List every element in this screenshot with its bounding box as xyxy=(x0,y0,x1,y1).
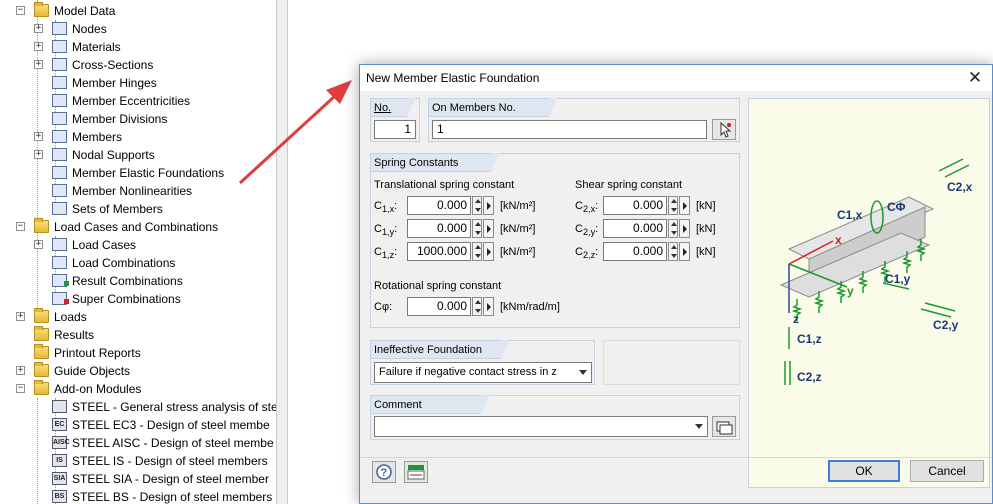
pick-cursor-icon xyxy=(720,121,732,138)
x-axis-label: x xyxy=(835,233,842,247)
c2x-label: C2,x: xyxy=(575,200,599,215)
c2x-field: 0.000 xyxy=(603,196,691,215)
c2x-arrow-button[interactable] xyxy=(679,196,690,215)
close-icon[interactable]: ✕ xyxy=(964,67,986,89)
c1z-unit: [kN/m²] xyxy=(500,246,536,258)
c1z-diagram-label: C1,z xyxy=(797,332,822,346)
c1y-input[interactable]: 0.000 xyxy=(407,219,471,238)
c2z-arrow-button[interactable] xyxy=(679,242,690,261)
on-members-input[interactable]: 1 xyxy=(432,120,707,139)
c2y-spinner[interactable] xyxy=(668,219,678,238)
c1z-arrow-button[interactable] xyxy=(483,242,494,261)
c1z-input[interactable]: 1000.000 xyxy=(407,242,471,261)
c1y-field: 0.000 xyxy=(407,219,495,238)
cphi-field: 0.000 xyxy=(407,297,495,316)
c2x-spinner[interactable] xyxy=(668,196,678,215)
svg-text:?: ? xyxy=(381,467,388,479)
cphi-label: Cφ: xyxy=(374,301,393,313)
cphi-input[interactable]: 0.000 xyxy=(407,297,471,316)
c1z-c2z-arrows xyxy=(784,327,791,385)
c1z-label: C1,z: xyxy=(374,246,398,261)
no-group: No. 1 xyxy=(370,98,420,142)
ineffective-foundation-value: Failure if negative contact stress in z xyxy=(379,366,557,378)
ineffective-foundation-select[interactable]: Failure if negative contact stress in z xyxy=(374,362,592,383)
c1y-label: C1,y: xyxy=(374,223,398,238)
c1x-unit: [kN/m²] xyxy=(500,200,536,212)
c1y-c2y-arrows xyxy=(882,282,956,318)
ineffective-foundation-group: Ineffective Foundation Failure if negati… xyxy=(370,340,595,385)
c1y-unit: [kN/m²] xyxy=(500,223,536,235)
rotational-spring-title: Rotational spring constant xyxy=(374,280,502,292)
no-input[interactable]: 1 xyxy=(374,120,416,139)
pick-members-button[interactable] xyxy=(712,119,736,140)
y-axis-label: y xyxy=(847,284,854,298)
c1y-spinner[interactable] xyxy=(472,219,482,238)
z-axis-label: z xyxy=(793,312,799,326)
elastic-foundation-diagram: C2,x C1,x CΦ x y z C1,y C2,y C1,z C2,z xyxy=(779,158,973,385)
cphi-unit: [kNm/rad/m] xyxy=(500,301,560,313)
c1x-field: 0.000 xyxy=(407,196,495,215)
on-members-group: On Members No. 1 xyxy=(428,98,740,142)
spring-constants-group: Spring Constants Translational spring co… xyxy=(370,153,740,328)
empty-group xyxy=(603,340,740,385)
dialog-title: New Member Elastic Foundation xyxy=(366,71,540,85)
new-member-elastic-foundation-dialog: New Member Elastic Foundation ✕ No. 1 On… xyxy=(359,64,993,504)
number-format-icon xyxy=(407,465,425,480)
cancel-button[interactable]: Cancel xyxy=(910,460,984,482)
c2z-label: C2,z: xyxy=(575,246,599,261)
c1z-field: 1000.000 xyxy=(407,242,495,261)
c2z-field: 0.000 xyxy=(603,242,691,261)
on-members-label: On Members No. xyxy=(429,98,557,117)
c2y-field: 0.000 xyxy=(603,219,691,238)
c2y-arrow-button[interactable] xyxy=(679,219,690,238)
c1x-label: C1,x: xyxy=(374,200,398,215)
c2z-diagram-label: C2,z xyxy=(797,370,822,384)
dialog-titlebar[interactable]: New Member Elastic Foundation ✕ xyxy=(360,65,992,91)
c2z-unit: [kN] xyxy=(696,246,716,258)
translational-spring-title: Translational spring constant xyxy=(374,179,515,191)
c2x-arrows xyxy=(938,158,970,178)
c2y-label: C2,y: xyxy=(575,223,599,238)
dialog-bottom-separator xyxy=(360,457,992,458)
c2x-diagram-label: C2,x xyxy=(947,180,973,194)
help-button[interactable]: ? xyxy=(372,461,396,483)
c2x-unit: [kN] xyxy=(696,200,716,212)
comment-library-button[interactable] xyxy=(712,416,736,437)
c1x-arrow-button[interactable] xyxy=(483,196,494,215)
spring-constants-header: Spring Constants xyxy=(371,153,499,172)
c2z-input[interactable]: 0.000 xyxy=(603,242,667,261)
cphi-spinner[interactable] xyxy=(472,297,482,316)
c1y-arrow-button[interactable] xyxy=(483,219,494,238)
c1x-input[interactable]: 0.000 xyxy=(407,196,471,215)
ok-button[interactable]: OK xyxy=(828,460,900,482)
c2z-spinner[interactable] xyxy=(668,242,678,261)
c1y-diagram-label: C1,y xyxy=(885,272,911,286)
cphi-arrow-button[interactable] xyxy=(483,297,494,316)
help-icon: ? xyxy=(376,464,392,480)
chevron-down-icon xyxy=(579,370,587,375)
c1x-spinner[interactable] xyxy=(472,196,482,215)
chevron-down-icon xyxy=(695,424,703,429)
c2y-input[interactable]: 0.000 xyxy=(603,219,667,238)
number-format-button[interactable] xyxy=(404,461,428,483)
c2y-unit: [kN] xyxy=(696,223,716,235)
comment-input[interactable] xyxy=(374,416,708,437)
ineffective-foundation-header: Ineffective Foundation xyxy=(371,340,509,359)
c1x-diagram-label: C1,x xyxy=(837,208,863,222)
shear-spring-title: Shear spring constant xyxy=(575,179,683,191)
c2x-input[interactable]: 0.000 xyxy=(603,196,667,215)
no-label: No. xyxy=(371,98,415,117)
cphi-diagram-label: CΦ xyxy=(887,200,906,214)
foundation-preview: C2,x C1,x CΦ x y z C1,y C2,y C1,z C2,z xyxy=(748,98,990,488)
c2y-diagram-label: C2,y xyxy=(933,318,959,332)
annotation-arrow-shaft xyxy=(238,93,338,185)
comment-header: Comment xyxy=(371,395,489,414)
comment-library-icon xyxy=(716,421,733,435)
comment-group: Comment xyxy=(370,395,740,440)
c1z-spinner[interactable] xyxy=(472,242,482,261)
